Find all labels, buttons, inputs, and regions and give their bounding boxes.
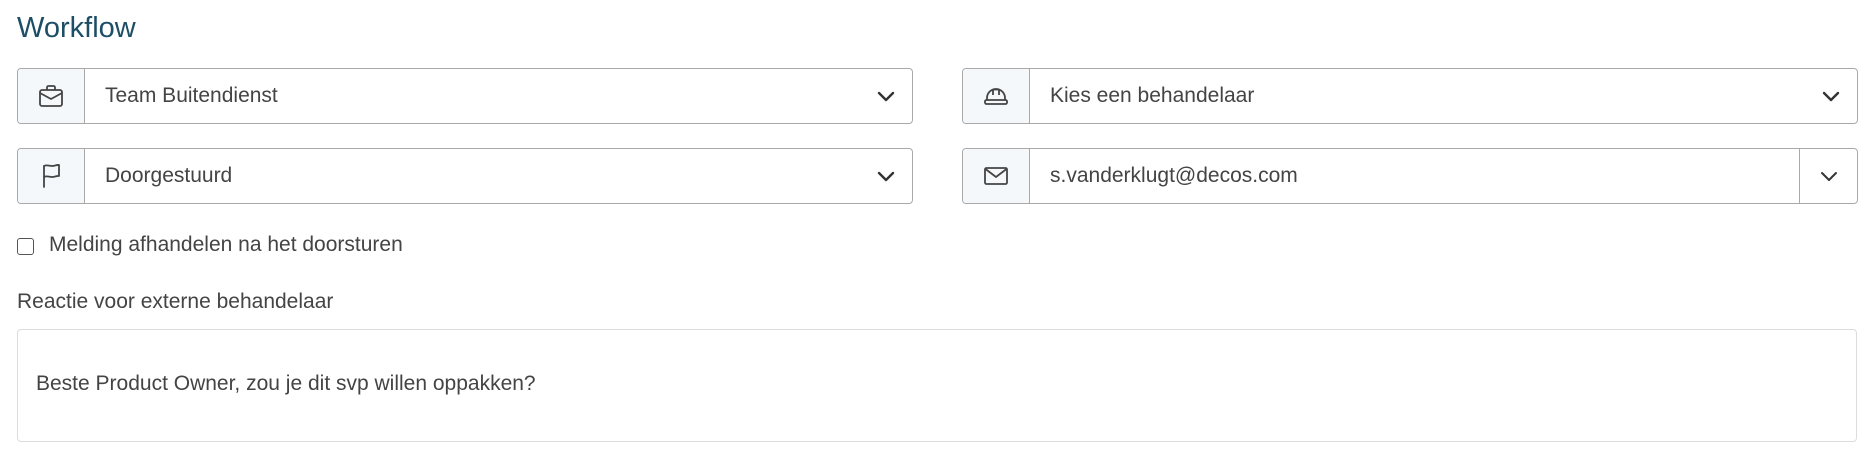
envelope-icon <box>983 166 1009 186</box>
handle-after-forward-label[interactable]: Melding afhandelen na het doorsturen <box>49 233 403 257</box>
team-select-value: Team Buitendienst <box>105 84 278 107</box>
status-addon <box>18 149 85 203</box>
handler-dropdown-toggle[interactable] <box>1805 69 1857 123</box>
team-dropdown-toggle[interactable] <box>860 69 912 123</box>
status-select[interactable]: Doorgestuurd <box>17 148 913 204</box>
reaction-textarea[interactable]: Beste Product Owner, zou je dit svp will… <box>17 329 1857 442</box>
handle-after-forward-checkbox[interactable] <box>17 238 34 255</box>
status-dropdown-toggle[interactable] <box>860 149 912 203</box>
handle-after-forward-option[interactable]: Melding afhandelen na het doorsturen <box>17 230 403 260</box>
email-dropdown-button[interactable] <box>1799 149 1857 203</box>
email-input-value[interactable]: s.vanderklugt@decos.com <box>1030 149 1799 203</box>
handler-select-value: Kies een behandelaar <box>1050 84 1255 107</box>
chevron-down-icon <box>1820 170 1838 182</box>
chevron-down-icon <box>877 170 895 182</box>
team-select[interactable]: Team Buitendienst <box>17 68 913 124</box>
status-select-value: Doorgestuurd <box>105 164 233 187</box>
hard-hat-icon <box>983 84 1009 108</box>
briefcase-icon <box>38 84 64 108</box>
handler-select[interactable]: Kies een behandelaar <box>962 68 1858 124</box>
team-addon <box>18 69 85 123</box>
reaction-label: Reactie voor externe behandelaar <box>17 290 334 313</box>
workflow-panel: Workflow Team Buitendienst Kies een beha… <box>0 0 1872 463</box>
handler-addon <box>963 69 1030 123</box>
flag-icon <box>39 163 63 189</box>
section-title: Workflow <box>17 12 136 44</box>
email-addon <box>963 149 1030 203</box>
chevron-down-icon <box>1822 90 1840 102</box>
email-combobox[interactable]: s.vanderklugt@decos.com <box>962 148 1858 204</box>
reaction-text: Beste Product Owner, zou je dit svp will… <box>36 372 536 395</box>
chevron-down-icon <box>877 90 895 102</box>
